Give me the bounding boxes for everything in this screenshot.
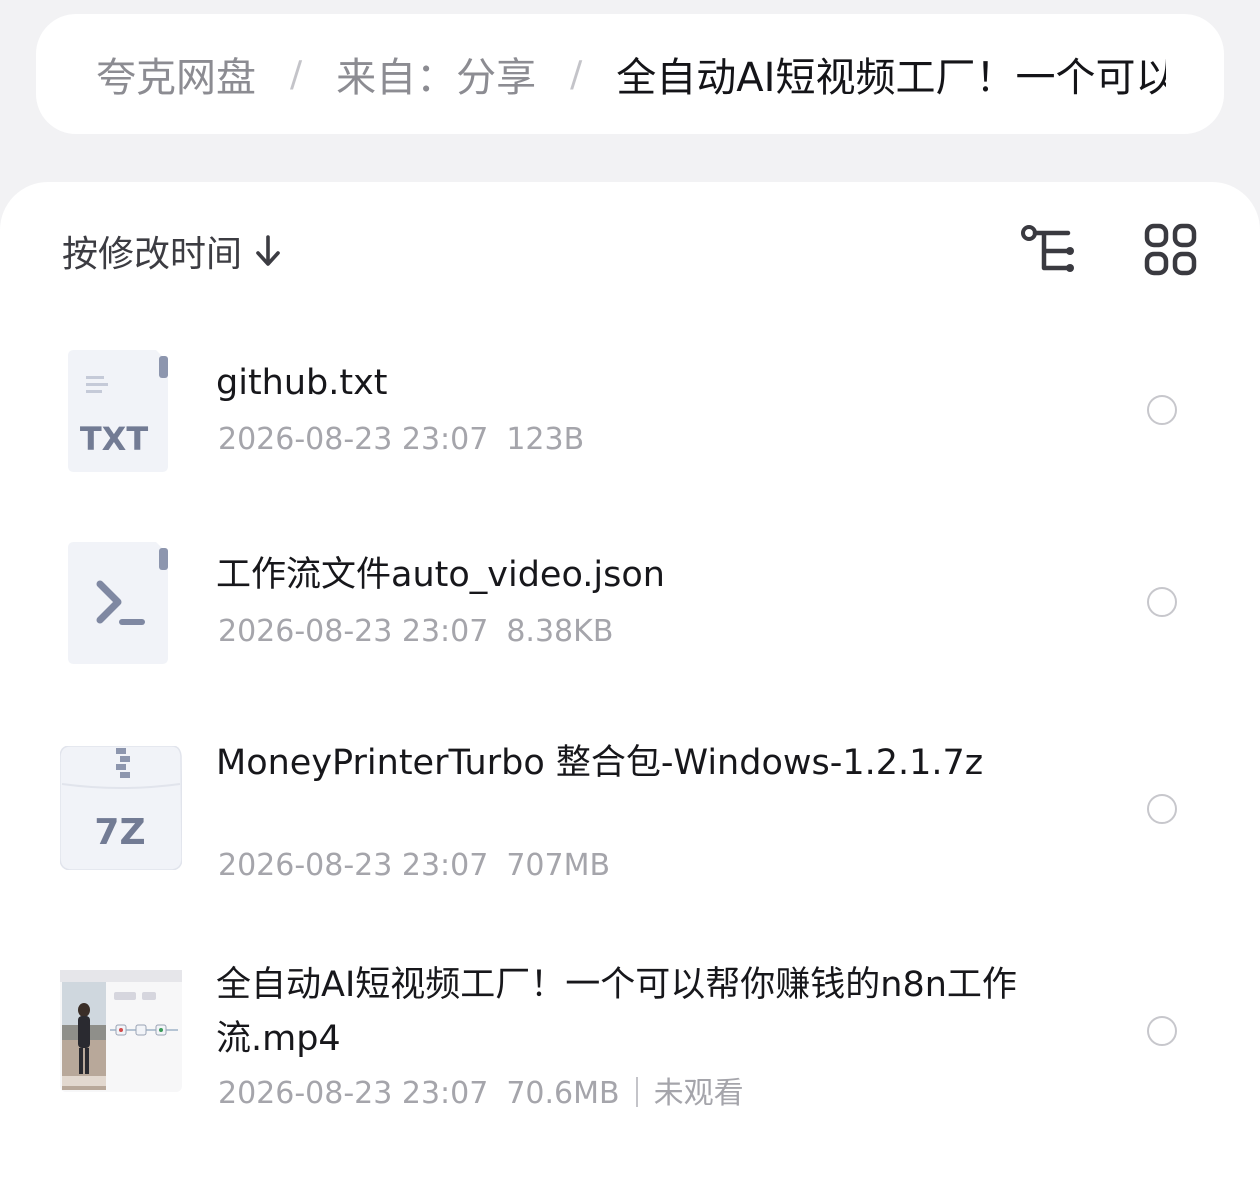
- breadcrumb-current: 全自动AI短视频工厂！一个可以帮你赚钱的n8n工作流: [616, 55, 1166, 101]
- file-size: 123B: [506, 422, 585, 457]
- file-date: 2026-08-23 23:07: [218, 422, 489, 457]
- file-meta: 2026-08-23 23:07 123B: [218, 422, 584, 457]
- file-name: github.txt: [216, 363, 388, 403]
- breadcrumb-root[interactable]: 夸克网盘: [96, 45, 256, 103]
- breadcrumb-trail: 夸克网盘 / 来自：分享 / 全自动AI短视频工厂！一个可以帮你赚钱的n8n工作…: [96, 14, 1166, 134]
- meta-divider: [635, 1077, 638, 1107]
- file-name: 全自动AI短视频工厂！一个可以帮你赚钱的n8n工作流.mp4: [216, 965, 1017, 1059]
- breadcrumb-middle[interactable]: 来自：分享: [336, 45, 536, 103]
- sort-label: 按修改时间: [62, 234, 243, 275]
- select-checkbox[interactable]: [1147, 587, 1177, 617]
- grid-view-icon[interactable]: [1143, 222, 1199, 278]
- file-size: 70.6MB: [506, 1076, 620, 1111]
- breadcrumb-separator: /: [290, 53, 303, 95]
- file-date: 2026-08-23 23:07: [218, 614, 489, 649]
- select-checkbox[interactable]: [1147, 794, 1177, 824]
- file-date: 2026-08-23 23:07: [218, 848, 489, 883]
- select-checkbox[interactable]: [1147, 1016, 1177, 1046]
- code-file-icon: [68, 542, 168, 664]
- video-thumbnail: [60, 970, 182, 1092]
- svg-text:TXT: TXT: [80, 420, 149, 458]
- tree-view-icon[interactable]: [1020, 222, 1076, 278]
- file-size: 707MB: [506, 848, 611, 883]
- file-row[interactable]: 7Z MoneyPrinterTurbo 整合包-Windows-1.2.1.7…: [0, 730, 1260, 900]
- file-row[interactable]: TXT github.txt 2026-08-23 23:07 123B: [0, 340, 1260, 500]
- file-size: 8.38KB: [506, 614, 614, 649]
- file-meta: 2026-08-23 23:07 707MB: [218, 848, 610, 883]
- breadcrumb: 夸克网盘 / 来自：分享 / 全自动AI短视频工厂！一个可以帮你赚钱的n8n工作…: [36, 14, 1224, 134]
- select-checkbox[interactable]: [1147, 395, 1177, 425]
- file-meta: 2026-08-23 23:07 8.38KB: [218, 614, 613, 649]
- file-row[interactable]: 工作流文件auto_video.json 2026-08-23 23:07 8.3…: [0, 532, 1260, 692]
- txt-file-icon: TXT: [68, 350, 168, 472]
- file-row[interactable]: 全自动AI短视频工厂！一个可以帮你赚钱的n8n工作流.mp4 2026-08-2…: [0, 952, 1260, 1132]
- sort-control[interactable]: 按修改时间: [62, 224, 282, 278]
- file-date: 2026-08-23 23:07: [218, 1076, 489, 1111]
- 7z-archive-icon: 7Z: [60, 746, 182, 870]
- breadcrumb-separator: /: [570, 53, 583, 95]
- file-name: MoneyPrinterTurbo 整合包-Windows-1.2.1.7z: [216, 743, 984, 783]
- file-meta: 2026-08-23 23:07 70.6MB 未观看: [218, 1068, 744, 1112]
- arrow-down-icon: [256, 235, 280, 266]
- watch-status: 未观看: [653, 1076, 744, 1111]
- file-name: 工作流文件auto_video.json: [216, 555, 665, 595]
- svg-text:7Z: 7Z: [94, 812, 145, 853]
